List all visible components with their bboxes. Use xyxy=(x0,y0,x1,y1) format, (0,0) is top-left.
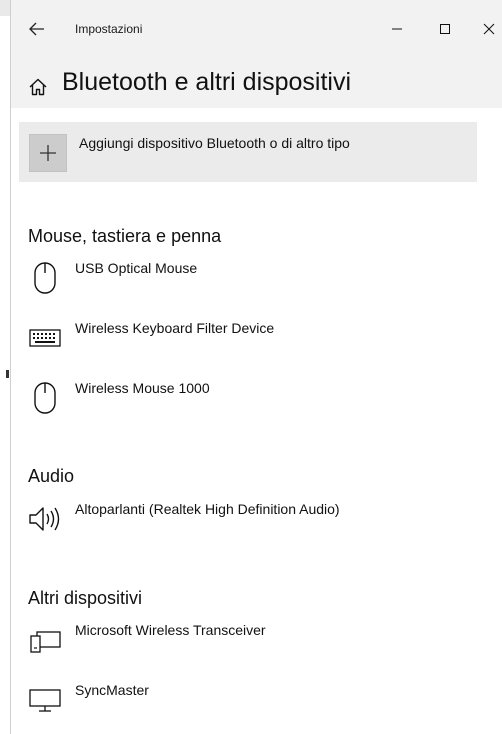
device-name: USB Optical Mouse xyxy=(75,260,198,276)
mouse-icon xyxy=(25,378,65,418)
add-device-button[interactable]: Aggiungi dispositivo Bluetooth o di altr… xyxy=(19,122,477,182)
plus-icon xyxy=(40,145,56,161)
device-name: Wireless Keyboard Filter Device xyxy=(75,320,275,336)
section-title-mouse-keyboard-pen: Mouse, tastiera e penna xyxy=(28,226,222,246)
device-wireless-mouse-1000[interactable]: Wireless Mouse 1000 xyxy=(25,378,465,426)
add-device-label: Aggiungi dispositivo Bluetooth o di altr… xyxy=(79,135,350,151)
page-header: Bluetooth e altri dispositivi xyxy=(11,62,502,108)
page-title: Bluetooth e altri dispositivi xyxy=(62,68,352,96)
app-title: Impostazioni xyxy=(75,22,143,36)
close-icon xyxy=(483,23,495,35)
maximize-icon xyxy=(440,24,450,34)
device-usb-optical-mouse[interactable]: USB Optical Mouse xyxy=(25,258,465,306)
title-bar: Impostazioni xyxy=(11,0,502,62)
plus-tile xyxy=(29,134,67,172)
devices-icon xyxy=(25,620,65,660)
device-syncmaster[interactable]: SyncMaster xyxy=(25,680,465,728)
device-name: Microsoft Wireless Transceiver xyxy=(75,622,266,638)
desktop-edge xyxy=(0,0,10,734)
close-button[interactable] xyxy=(469,14,502,44)
mouse-icon xyxy=(25,258,65,298)
back-arrow-icon xyxy=(29,22,44,36)
section-title-other-devices: Altri dispositivi xyxy=(28,588,143,608)
speaker-icon xyxy=(25,499,65,539)
device-name: SyncMaster xyxy=(75,682,149,698)
device-name: Wireless Mouse 1000 xyxy=(75,380,210,396)
keyboard-icon xyxy=(25,318,65,358)
device-wireless-keyboard[interactable]: Wireless Keyboard Filter Device xyxy=(25,318,465,366)
section-title-audio: Audio xyxy=(28,466,75,486)
back-button[interactable] xyxy=(25,18,49,40)
minimize-button[interactable] xyxy=(377,14,417,44)
settings-window: Impostazioni Bluetooth e altri dispositi… xyxy=(10,0,502,734)
home-icon[interactable] xyxy=(27,76,49,98)
device-name: Altoparlanti (Realtek High Definition Au… xyxy=(75,501,340,517)
device-microsoft-wireless-transceiver[interactable]: Microsoft Wireless Transceiver xyxy=(25,620,465,668)
monitor-icon xyxy=(25,680,65,720)
maximize-button[interactable] xyxy=(425,14,465,44)
device-speakers[interactable]: Altoparlanti (Realtek High Definition Au… xyxy=(25,499,465,547)
minimize-icon xyxy=(392,28,402,30)
